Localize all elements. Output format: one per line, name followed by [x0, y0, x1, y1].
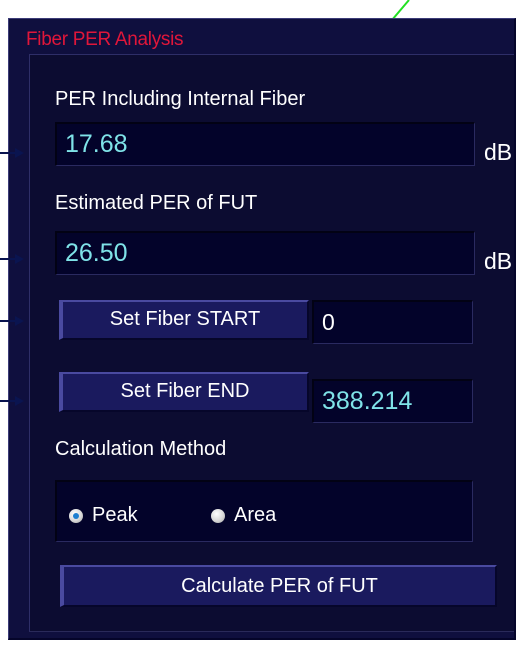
annotation-arrow-fiber-start	[0, 316, 24, 326]
estimated-per-label: Estimated PER of FUT	[55, 192, 258, 214]
calculation-method-radio-group: Peak Area	[55, 480, 473, 542]
annotation-arrow-estimated-per	[0, 254, 24, 264]
calculate-per-button[interactable]: Calculate PER of FUT	[60, 565, 497, 607]
per-including-value-field: 17.68	[55, 122, 475, 166]
per-including-label: PER Including Internal Fiber	[55, 88, 306, 110]
radio-peak-label: Peak	[92, 504, 138, 526]
calculation-method-label: Calculation Method	[55, 438, 227, 460]
radio-area-label: Area	[234, 504, 277, 526]
radio-area[interactable]: Area	[211, 504, 276, 527]
set-fiber-start-button[interactable]: Set Fiber START	[59, 300, 309, 340]
fiber-end-value-field[interactable]: 388.214	[312, 379, 473, 423]
radio-unselected-icon	[211, 508, 225, 523]
annotation-arrow-per-including	[0, 148, 24, 158]
annotation-arrow-fiber-end	[0, 396, 24, 406]
estimated-per-unit: dB	[484, 248, 513, 274]
estimated-per-value-field: 26.50	[55, 231, 475, 275]
radio-selected-icon	[69, 508, 83, 523]
fiber-start-value-field[interactable]: 0	[312, 300, 473, 344]
per-including-unit: dB	[484, 139, 513, 165]
panel-title: Fiber PER Analysis	[26, 29, 184, 50]
radio-peak[interactable]: Peak	[69, 504, 138, 527]
set-fiber-end-button[interactable]: Set Fiber END	[59, 372, 309, 412]
